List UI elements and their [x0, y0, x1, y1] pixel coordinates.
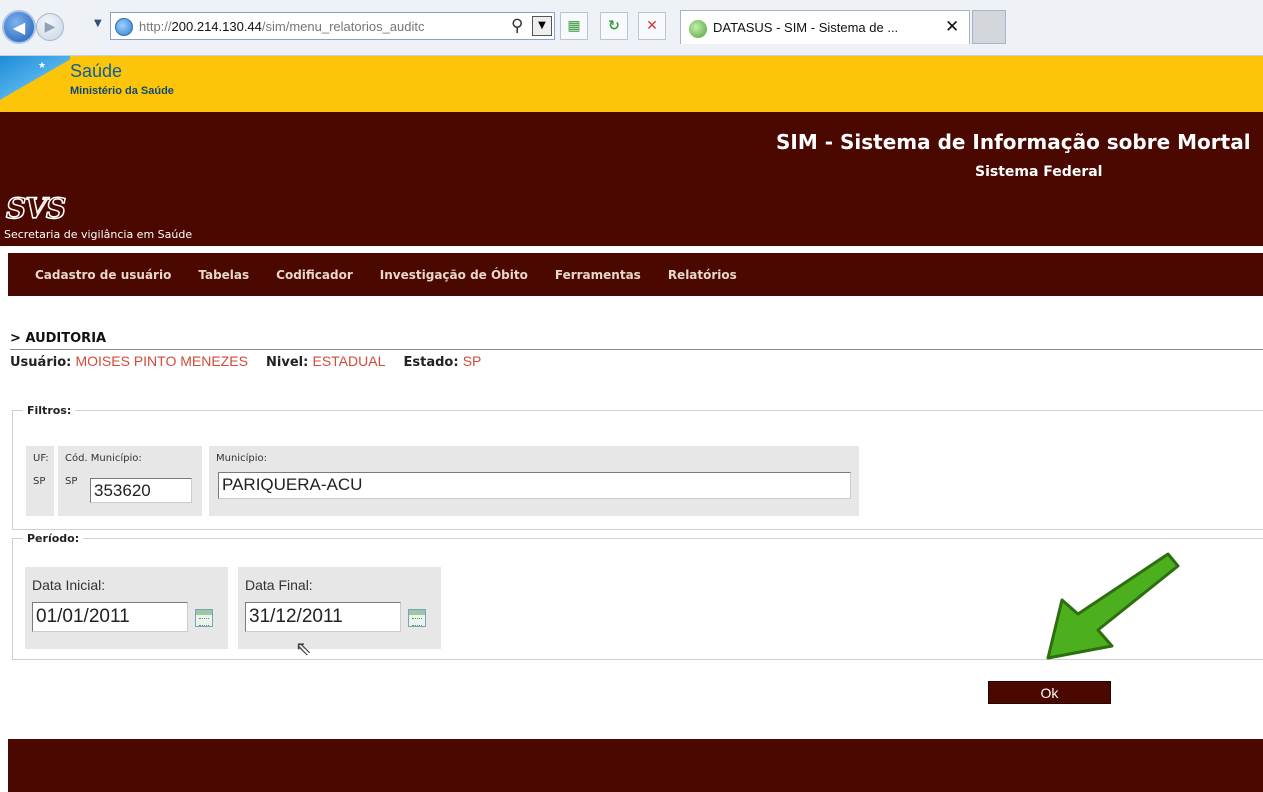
- uf-field: UF: SP: [26, 446, 54, 516]
- nav-tabelas[interactable]: Tabelas: [198, 268, 249, 282]
- level-value: ESTADUAL: [312, 353, 386, 369]
- green-arrow-icon: [1046, 552, 1180, 660]
- data-inicial-label: Data Inicial:: [32, 577, 106, 593]
- data-inicial-input[interactable]: 01/01/2011: [32, 602, 188, 632]
- nav-codificador[interactable]: Codificador: [276, 268, 353, 282]
- state-value: SP: [462, 353, 482, 369]
- data-final-field: Data Final: 31/12/2011: [238, 567, 441, 649]
- stop-button[interactable]: ✕: [638, 12, 666, 40]
- new-tab-button[interactable]: [972, 10, 1006, 44]
- cod-municipio-field: Cód. Município: SP 353620: [58, 446, 202, 516]
- data-inicial-field: Data Inicial: 01/01/2011: [25, 567, 228, 649]
- user-value: MOISES PINTO MENEZES: [75, 353, 248, 369]
- filters-legend: Filtros:: [27, 404, 72, 417]
- nav-ferramentas[interactable]: Ferramentas: [555, 268, 641, 282]
- uf-label: UF:: [33, 453, 49, 464]
- browser-toolbar: ◀ ▶ ▼ http://200.214.130.44/sim/menu_rel…: [0, 0, 1263, 56]
- page-title: > AUDITORIA: [10, 331, 107, 346]
- ok-button[interactable]: Ok: [988, 681, 1111, 704]
- refresh-button[interactable]: ↻: [600, 12, 628, 40]
- filters-fieldset: Filtros: UF: SP Cód. Município: SP 35362…: [12, 404, 1263, 530]
- municipio-label: Município:: [216, 453, 267, 464]
- cod-uf-prefix: SP: [65, 476, 78, 487]
- back-button[interactable]: ◀: [2, 10, 36, 44]
- address-url[interactable]: http://200.214.130.44/sim/menu_relatorio…: [139, 19, 509, 34]
- gov-subtitle: Ministério da Saúde: [70, 85, 174, 97]
- mouse-cursor-icon: ⇖: [295, 636, 312, 660]
- gov-logo-icon: ★: [0, 56, 70, 112]
- address-dropdown-icon[interactable]: ▼: [532, 16, 552, 36]
- cod-municipio-label: Cód. Município:: [65, 453, 142, 464]
- cod-municipio-input[interactable]: 353620: [90, 478, 192, 503]
- main-nav: Cadastro de usuário Tabelas Codificador …: [8, 253, 1263, 296]
- svs-logo-subtitle: Secretaria de vigilância em Saúde: [4, 228, 193, 241]
- forward-button[interactable]: ▶: [36, 13, 64, 41]
- state-label: Estado:: [403, 355, 459, 370]
- nav-relatorios[interactable]: Relatórios: [668, 268, 737, 282]
- browser-tab[interactable]: DATASUS - SIM - Sistema de ... ✕: [680, 10, 970, 44]
- tab-favicon-icon: [689, 20, 707, 38]
- svs-logo: SVS: [5, 191, 67, 226]
- history-dropdown-icon[interactable]: ▼: [94, 18, 106, 30]
- nav-cadastro-usuario[interactable]: Cadastro de usuário: [35, 268, 171, 282]
- site-title: SIM - Sistema de Informação sobre Mortal: [776, 130, 1251, 154]
- municipio-input[interactable]: PARIQUERA-ACU: [218, 472, 851, 499]
- compatibility-view-button[interactable]: ▦: [560, 12, 588, 40]
- gov-header: ★ Saúde Ministério da Saúde: [0, 56, 1263, 112]
- level-label: Nivel:: [266, 355, 309, 370]
- user-info: Usuário: MOISES PINTO MENEZES Nivel: EST…: [10, 353, 495, 370]
- gov-title: Saúde: [70, 61, 123, 81]
- star-icon: ★: [38, 61, 47, 71]
- forward-arrow-icon: ▶: [44, 19, 56, 35]
- calendar-icon[interactable]: [408, 609, 426, 627]
- data-final-input[interactable]: 31/12/2011: [245, 602, 401, 632]
- address-bar[interactable]: http://200.214.130.44/sim/menu_relatorio…: [110, 12, 555, 40]
- heading-divider: [10, 349, 1263, 350]
- nav-investigacao-obito[interactable]: Investigação de Óbito: [380, 268, 528, 282]
- search-icon[interactable]: ⚲: [511, 16, 523, 36]
- periodo-legend: Período:: [27, 532, 80, 545]
- site-subtitle: Sistema Federal: [975, 164, 1103, 180]
- uf-value: SP: [33, 476, 46, 487]
- ie-page-icon: [115, 18, 133, 36]
- footer-bar: [8, 739, 1263, 792]
- site-header: SIM - Sistema de Informação sobre Mortal…: [0, 112, 1263, 246]
- user-label: Usuário:: [10, 355, 72, 370]
- calendar-icon[interactable]: [195, 609, 213, 627]
- data-final-label: Data Final:: [245, 577, 313, 593]
- back-arrow-icon: ◀: [12, 17, 26, 37]
- tab-title: DATASUS - SIM - Sistema de ...: [713, 20, 899, 35]
- municipio-field: Município: PARIQUERA-ACU: [209, 446, 859, 516]
- tab-close-icon[interactable]: ✕: [945, 17, 959, 37]
